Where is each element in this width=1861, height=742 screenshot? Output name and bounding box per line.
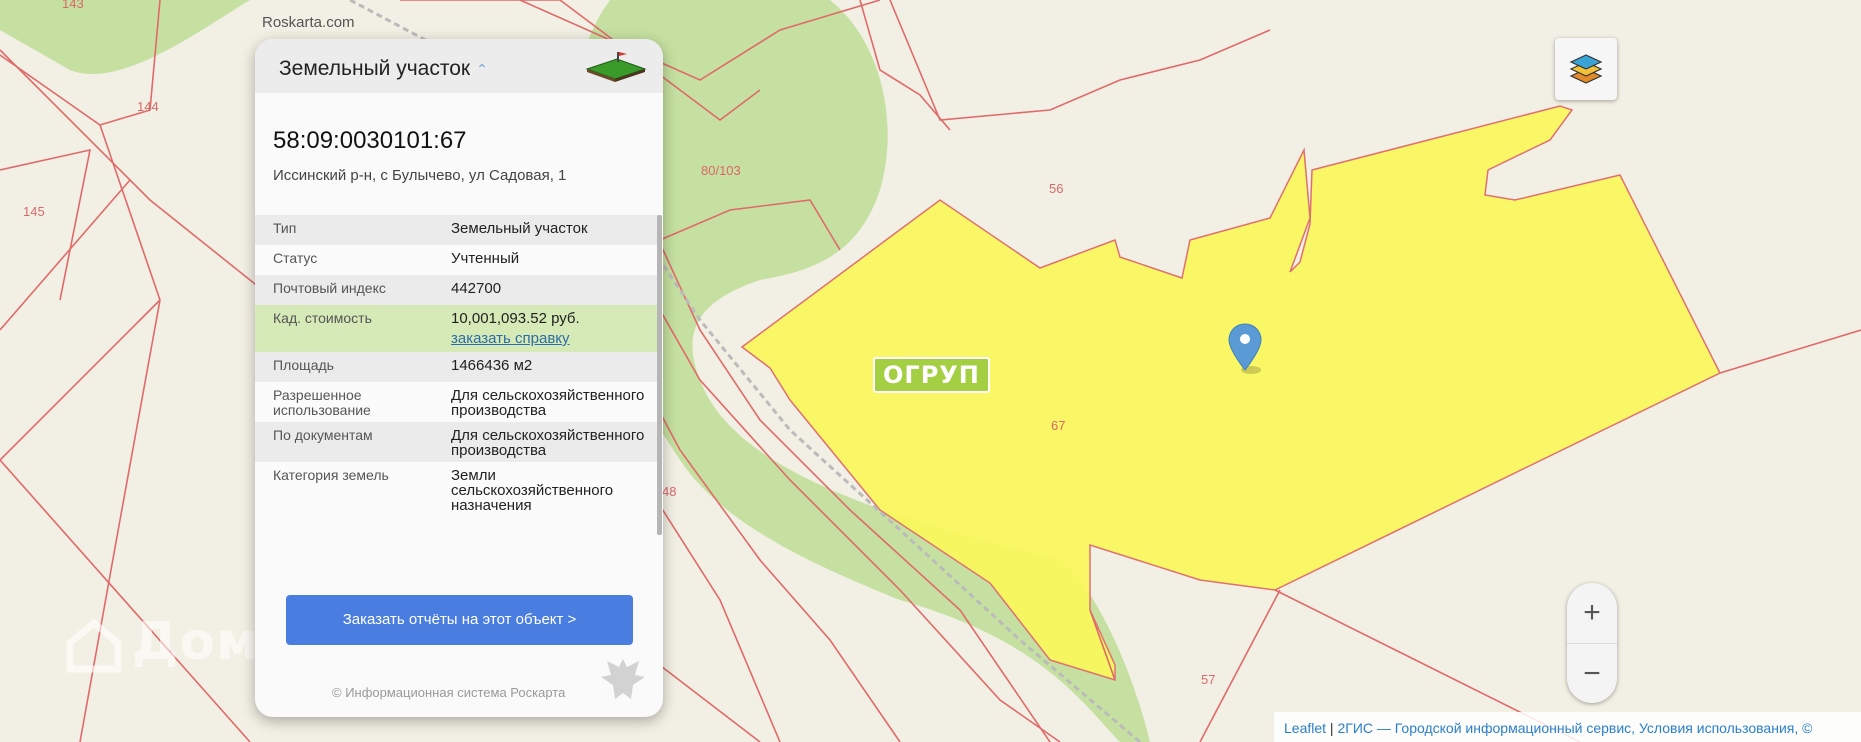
parcel-number: 143	[62, 0, 84, 11]
parcel-info-card: Земельный участок ⌃ 58:09:0030101:67 Исси…	[255, 39, 663, 717]
property-row-land-category: Категория земель Земли сельскохозяйствен…	[255, 462, 657, 517]
property-row-postal-code: Почтовый индекс 442700	[255, 275, 657, 305]
property-row-status: Статус Учтенный	[255, 245, 657, 275]
property-key: Категория земель	[273, 467, 389, 483]
land-plot-icon	[585, 52, 647, 82]
parcel-address: Иссинский р-н, с Булычево, ул Садовая, 1	[273, 167, 567, 184]
parcel-number: 145	[23, 204, 45, 219]
property-key: Почтовый индекс	[273, 280, 386, 296]
parcel-number: 80/103	[701, 163, 741, 178]
parcel-number: 144	[137, 99, 159, 114]
attribution-separator: |	[1326, 720, 1338, 736]
zoom-out-button[interactable]: −	[1567, 643, 1617, 704]
layers-icon	[1569, 54, 1603, 84]
properties-scrollbar[interactable]	[657, 215, 662, 535]
property-key: Статус	[273, 250, 318, 266]
zoom-control: + −	[1567, 583, 1617, 703]
chevron-up-icon[interactable]: ⌃	[476, 61, 488, 78]
parcel-number: 48	[662, 484, 676, 499]
property-value: Учтенный	[451, 250, 520, 267]
property-value: Для сельскохозяйственного производства	[451, 427, 645, 459]
order-certificate-link[interactable]: заказать справку	[451, 331, 657, 346]
parcel-number: 57	[1201, 672, 1215, 687]
layers-button[interactable]	[1555, 38, 1617, 100]
properties-table: Тип Земельный участок Статус Учтенный По…	[255, 215, 657, 517]
site-label: Roskarta.com	[262, 14, 355, 31]
property-value: 10,001,093.52 руб.	[451, 310, 580, 327]
parcel-number: 67	[1051, 418, 1065, 433]
attribution-2gis-link[interactable]: 2ГИС — Городской информационный сервис, …	[1337, 720, 1812, 736]
property-value: 442700	[451, 280, 502, 297]
property-key: Площадь	[273, 357, 334, 373]
card-header[interactable]: Земельный участок ⌃	[255, 39, 663, 93]
property-row-by-documents: По документам Для сельскохозяйственного …	[255, 422, 657, 462]
property-key: Разрешенное использование	[273, 387, 371, 418]
card-title[interactable]: Земельный участок ⌃	[279, 57, 488, 81]
property-key: Кад. стоимость	[273, 310, 372, 326]
map-pin-icon[interactable]	[1227, 322, 1263, 374]
property-value: 1466436 м2	[451, 357, 533, 374]
overlay-label: ОГРУП	[873, 357, 990, 393]
card-title-text: Земельный участок	[279, 57, 471, 80]
property-value: Земли сельскохозяйственного назначения	[451, 467, 614, 514]
map-attribution: Leaflet | 2ГИС — Городской информационны…	[1274, 712, 1861, 742]
property-row-permitted-use: Разрешенное использование Для сельскохоз…	[255, 382, 657, 422]
card-footer: © Информационная система Роскарта	[332, 685, 566, 700]
parcel-number: 56	[1049, 181, 1063, 196]
leaflet-link[interactable]: Leaflet	[1284, 720, 1326, 736]
property-row-area: Площадь 1466436 м2	[255, 352, 657, 382]
property-row-type: Тип Земельный участок	[255, 215, 657, 245]
property-row-cadastral-value: Кад. стоимость 10,001,093.52 руб. заказа…	[255, 305, 657, 352]
property-key: Тип	[273, 220, 297, 236]
order-reports-button[interactable]: Заказать отчёты на этот объект >	[286, 595, 633, 645]
coat-of-arms-icon	[601, 659, 645, 699]
zoom-in-button[interactable]: +	[1567, 583, 1617, 643]
property-value: Для сельскохозяйственного производства	[451, 387, 645, 419]
cadastral-number: 58:09:0030101:67	[273, 127, 467, 154]
property-value: Земельный участок	[451, 220, 588, 237]
property-key: По документам	[273, 427, 373, 443]
house-logo-icon	[66, 618, 122, 673]
